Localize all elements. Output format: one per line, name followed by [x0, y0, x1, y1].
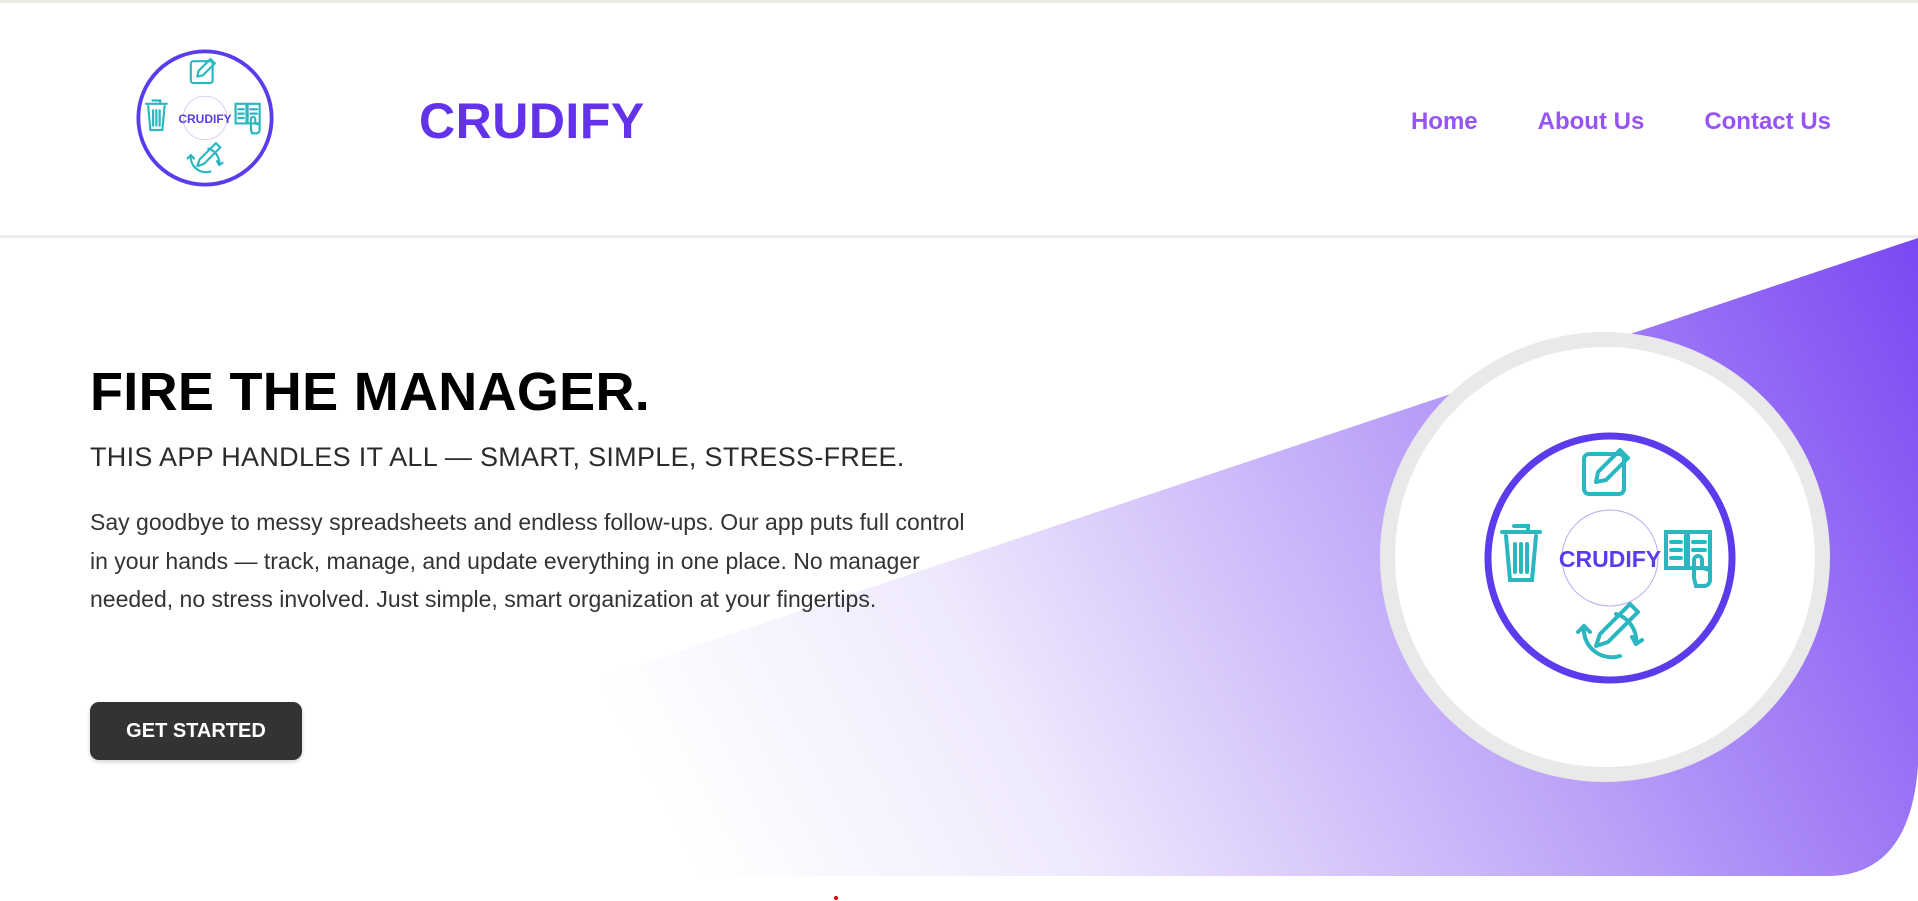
cursor-dot — [834, 896, 838, 900]
hero-description: Say goodbye to messy spreadsheets and en… — [90, 509, 965, 612]
site-header: CRUDIFY CRUDIFY Home About Us Contact Us — [0, 3, 1918, 238]
get-started-button[interactable]: GET STARTED — [90, 702, 302, 760]
main-nav: Home About Us Contact Us — [1411, 107, 1831, 137]
hero-crudify-logo: CRUDIFY — [1484, 432, 1736, 684]
nav-about-us[interactable]: About Us — [1538, 107, 1645, 137]
brand-name[interactable]: CRUDIFY — [419, 91, 645, 151]
hero-title: FIRE THE MANAGER. — [90, 362, 651, 422]
nav-home[interactable]: Home — [1411, 107, 1478, 137]
logo-text: CRUDIFY — [178, 112, 231, 126]
hero-subtitle: THIS APP HANDLES IT ALL — SMART, SIMPLE,… — [90, 442, 905, 472]
crudify-logo[interactable]: CRUDIFY — [134, 47, 276, 189]
nav-contact-us[interactable]: Contact Us — [1704, 107, 1831, 137]
hero-logo-text: CRUDIFY — [1559, 546, 1661, 572]
